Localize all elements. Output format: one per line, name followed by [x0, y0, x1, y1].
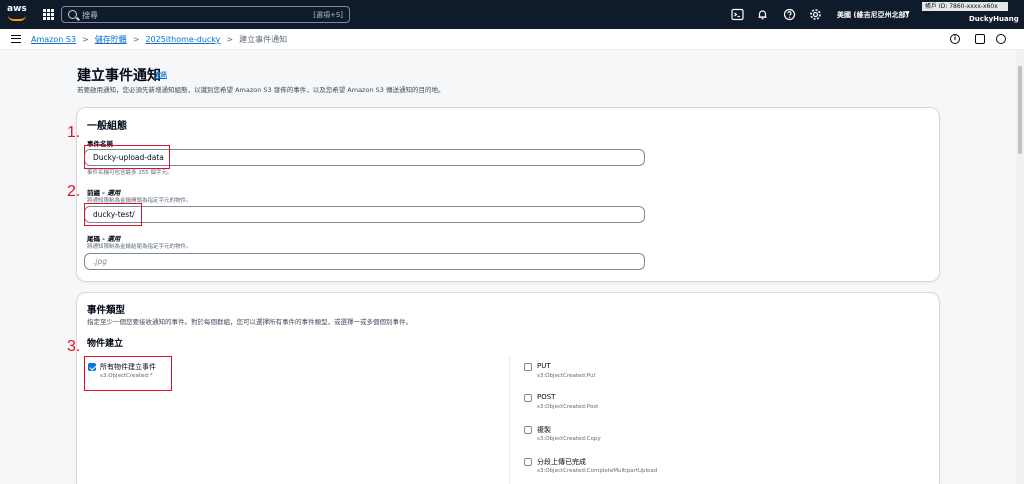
copy-checkbox[interactable] — [524, 426, 532, 434]
event-name-label: 事件名稱 — [87, 140, 113, 148]
event-name-hint: 事件名稱可包含最多 255 個字元。 — [87, 170, 173, 176]
services-grid-icon[interactable] — [43, 9, 54, 20]
column-divider — [509, 356, 510, 484]
event-types-title: 事件類型 — [87, 305, 126, 316]
multipart-upload-label[interactable]: 分段上傳已完成 — [537, 457, 586, 467]
all-object-create-label[interactable]: 所有物件建立事件 — [100, 362, 156, 372]
annotation-number-3: 3. — [67, 338, 81, 355]
all-object-create-checkbox[interactable] — [88, 363, 96, 371]
breadcrumb-buckets[interactable]: 儲存貯體 — [95, 34, 127, 45]
put-checkbox[interactable] — [524, 363, 532, 371]
hamburger-menu-icon[interactable] — [11, 35, 21, 43]
annotation-number-2: 2. — [67, 183, 81, 200]
copy-sub: s3:ObjectCreated:Copy — [537, 436, 601, 442]
aws-logo-text: aws — [7, 4, 27, 14]
region-selector[interactable]: 美國 (維吉尼亞州北部) — [837, 10, 909, 20]
top-navigation: aws [選項+S] 美國 (維吉尼亞州北部) ▼ 帳戶 ID: 7860-xx… — [0, 0, 1024, 29]
side-panel-icon[interactable] — [975, 34, 985, 44]
breadcrumb-bucket-name[interactable]: 2025ithome-ducky — [145, 35, 220, 44]
account-username[interactable]: DuckyHuang — [969, 15, 1019, 23]
suffix-hint: 將通知限制為金鑰結尾為指定字元的物件。 — [87, 244, 192, 250]
breadcrumb-bar: Amazon S3 > 儲存貯體 > 2025ithome-ducky > 建立… — [0, 29, 1024, 50]
put-label[interactable]: PUT — [537, 362, 551, 370]
settings-icon[interactable] — [996, 34, 1006, 44]
multipart-upload-sub: s3:ObjectCreated:CompleteMultipartUpload — [537, 468, 658, 474]
multipart-upload-checkbox[interactable] — [524, 458, 532, 466]
prefix-hint: 將通知限制為金鑰開頭為指定字元的物件。 — [87, 198, 192, 204]
put-sub: s3:ObjectCreated:Put — [537, 373, 596, 379]
annotation-number-1: 1. — [67, 124, 81, 141]
aws-smile-icon — [8, 15, 26, 21]
breadcrumb-amazon-s3[interactable]: Amazon S3 — [31, 35, 76, 44]
prefix-input[interactable] — [84, 206, 645, 223]
help-icon[interactable] — [783, 8, 796, 21]
settings-gear-icon[interactable] — [809, 8, 822, 21]
account-id-bar[interactable]: 帳戶 ID: 7860-xxxx-x60x — [922, 2, 1008, 11]
object-creation-title: 物件建立 — [87, 339, 124, 349]
info-link[interactable]: 資訊 — [155, 70, 167, 79]
region-caret-icon: ▼ — [905, 10, 910, 17]
page-description: 若要啟用通知，您必須先新增通知組態，以識別您希望 Amazon S3 發佈的事件… — [77, 86, 445, 94]
copy-label[interactable]: 複製 — [537, 425, 551, 435]
post-label[interactable]: POST — [537, 393, 555, 401]
page-title: 建立事件通知 — [77, 68, 161, 84]
post-checkbox[interactable] — [524, 394, 532, 402]
notifications-bell-icon[interactable] — [756, 8, 769, 21]
aws-logo[interactable]: aws — [7, 4, 29, 24]
all-object-create-sub: s3:ObjectCreated:* — [100, 373, 153, 379]
scrollbar-thumb[interactable] — [1018, 66, 1022, 154]
suffix-input[interactable] — [84, 253, 645, 270]
info-panel-icon[interactable]: i — [950, 34, 960, 44]
search-input[interactable] — [82, 9, 282, 21]
search-shortcut: [選項+S] — [313, 11, 343, 19]
event-types-description: 指定至少一個您要接收通知的事件。對於每個群組，您可以選擇所有事件的事件類型，或選… — [87, 318, 412, 326]
chevron-right-icon: > — [82, 35, 89, 44]
chevron-right-icon: > — [226, 35, 234, 44]
general-configuration-title: 一般組態 — [87, 121, 127, 132]
breadcrumb-current: 建立事件通知 — [239, 35, 288, 44]
search-icon — [68, 10, 77, 19]
event-name-input[interactable] — [84, 149, 645, 166]
global-search[interactable]: [選項+S] — [61, 6, 350, 23]
chevron-right-icon: > — [132, 35, 140, 44]
post-sub: s3:ObjectCreated:Post — [537, 404, 599, 410]
breadcrumb: Amazon S3 > 儲存貯體 > 2025ithome-ducky > 建立… — [31, 34, 287, 45]
cloudshell-icon[interactable] — [731, 8, 744, 21]
